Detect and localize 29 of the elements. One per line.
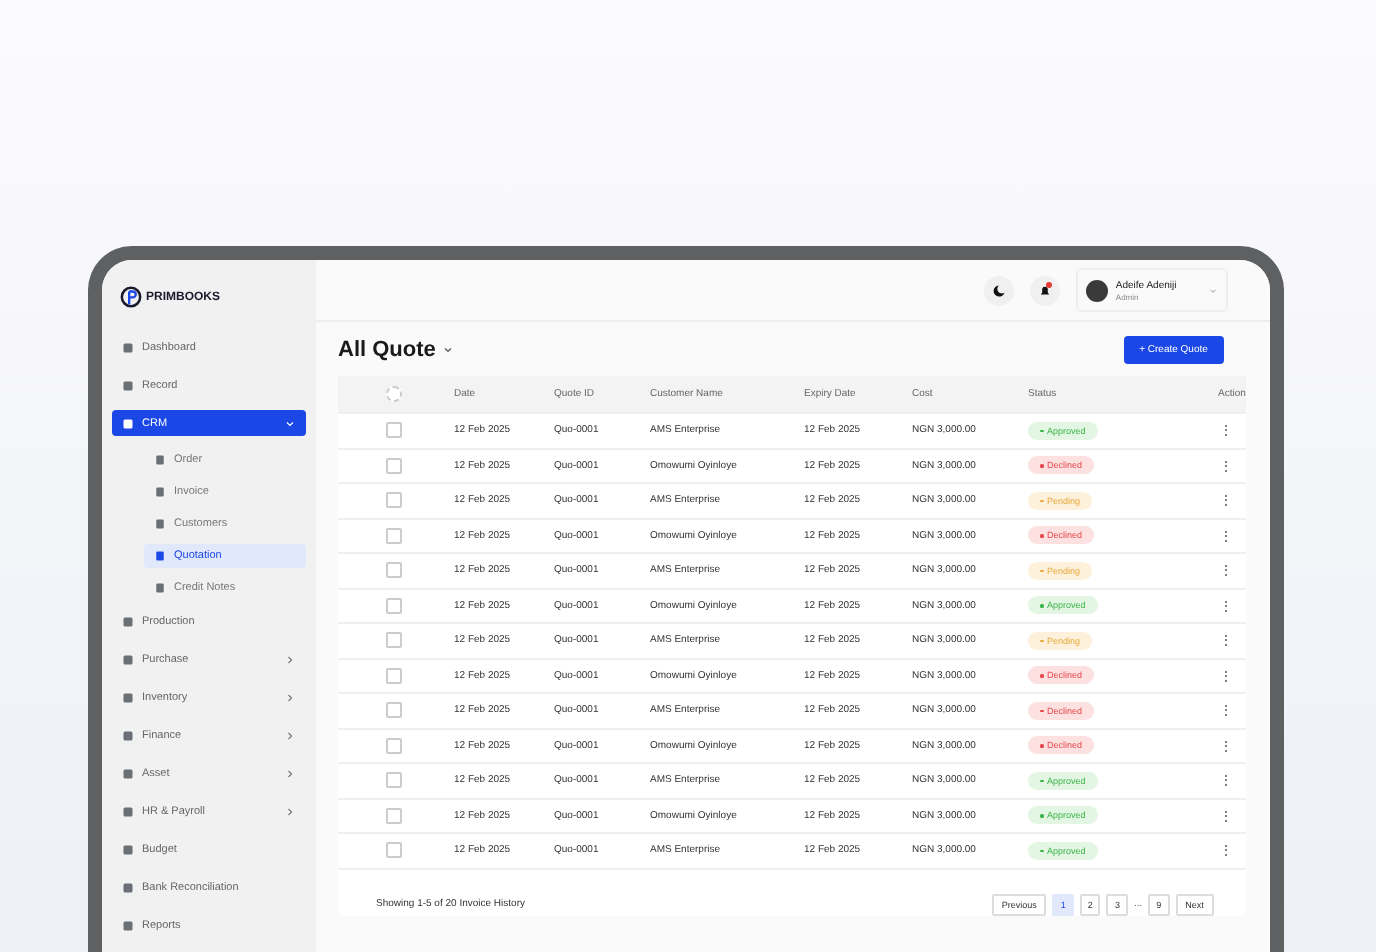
row-checkbox[interactable] bbox=[386, 492, 402, 509]
row-checkbox[interactable] bbox=[386, 632, 402, 649]
chevron-down-icon[interactable] bbox=[441, 344, 454, 356]
row-checkbox[interactable] bbox=[386, 842, 402, 859]
row-checkbox[interactable] bbox=[386, 457, 402, 474]
chevron-right-icon bbox=[284, 691, 296, 703]
notification-button[interactable] bbox=[1029, 275, 1060, 305]
row-checkbox[interactable] bbox=[386, 807, 402, 824]
page-title: All Quote bbox=[338, 338, 436, 362]
row-checkbox[interactable] bbox=[386, 702, 402, 719]
chevron-down-icon bbox=[1207, 285, 1218, 295]
row-checkbox[interactable] bbox=[386, 772, 402, 789]
theme-toggle-button[interactable] bbox=[983, 275, 1014, 305]
row-checkbox[interactable] bbox=[386, 527, 402, 544]
row-checkbox[interactable] bbox=[386, 422, 402, 439]
bell-icon bbox=[1037, 283, 1052, 297]
row-checkbox[interactable] bbox=[386, 562, 402, 579]
row-checkbox[interactable] bbox=[386, 667, 402, 684]
row-checkbox[interactable] bbox=[386, 597, 402, 614]
chevron-down-icon bbox=[284, 417, 296, 429]
chevron-right-icon bbox=[284, 767, 296, 779]
chevron-right-icon bbox=[284, 805, 296, 817]
avatar bbox=[1085, 279, 1108, 301]
select-all-checkbox[interactable] bbox=[386, 386, 402, 402]
moon-icon bbox=[991, 283, 1006, 297]
logo-icon bbox=[120, 286, 142, 308]
chevron-right-icon bbox=[284, 653, 296, 665]
row-checkbox[interactable] bbox=[386, 737, 402, 754]
chevron-right-icon bbox=[284, 729, 296, 741]
